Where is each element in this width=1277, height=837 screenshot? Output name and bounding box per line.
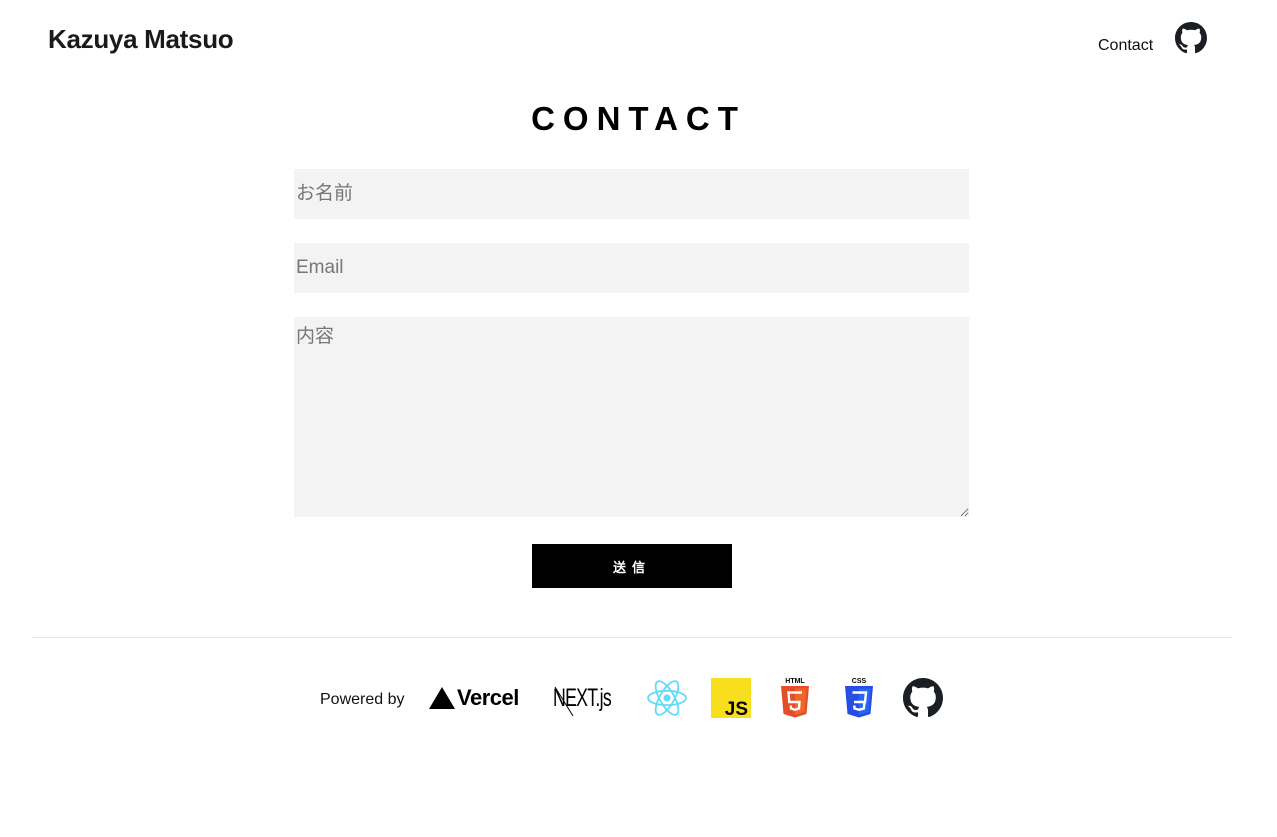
html5-logo: HTML (781, 678, 809, 718)
javascript-logo-link[interactable]: JS (711, 678, 751, 720)
github-link[interactable] (1175, 22, 1207, 54)
html5-logo-link[interactable]: HTML (780, 676, 810, 718)
nav-contact-link[interactable]: Contact (1098, 37, 1153, 55)
javascript-logo: JS (711, 678, 751, 720)
vercel-logo-link[interactable]: Vercel (428, 684, 532, 712)
submit-button[interactable]: 送信 (532, 544, 732, 588)
css3-logo: CSS (845, 678, 873, 718)
github-icon (1175, 22, 1207, 54)
vercel-logo-text: Vercel (457, 685, 519, 710)
footer-divider (32, 637, 1232, 638)
powered-by-label: Powered by (320, 691, 405, 708)
nextjs-logo-link[interactable]: NEXT.js (553, 680, 623, 718)
message-textarea[interactable] (294, 317, 969, 517)
vercel-logo: Vercel (429, 685, 519, 710)
github-logo (903, 678, 943, 718)
html5-logo-text: HTML (785, 678, 805, 685)
css3-logo-text: CSS (852, 678, 867, 685)
react-logo-link[interactable] (646, 677, 688, 719)
nextjs-logo: NEXT.js (553, 684, 612, 717)
css3-logo-link[interactable]: CSS (844, 676, 874, 718)
email-input[interactable] (294, 243, 969, 293)
site-title[interactable]: Kazuya Matsuo (48, 24, 234, 55)
name-input[interactable] (294, 169, 969, 219)
react-logo (647, 680, 687, 716)
page-title: CONTACT (531, 100, 746, 137)
github-logo-link[interactable] (903, 678, 943, 718)
javascript-logo-text: JS (725, 699, 748, 718)
